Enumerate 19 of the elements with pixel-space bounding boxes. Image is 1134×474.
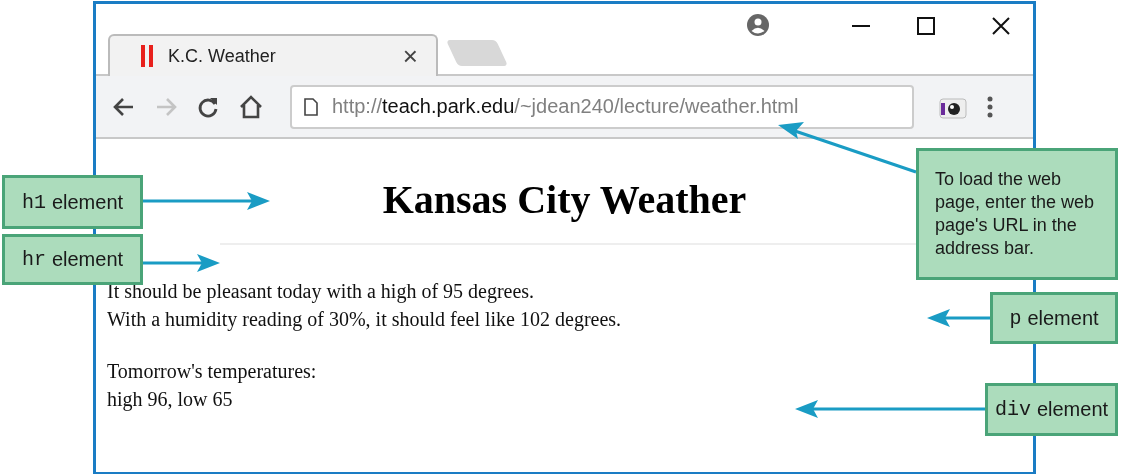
callout-note: To load the web page, enter the web page's URL in the address bar.: [916, 148, 1118, 280]
page-icon: [304, 97, 318, 116]
callout-label: div element: [985, 383, 1118, 436]
pause-icon: [140, 45, 154, 67]
page-heading: Kansas City Weather: [382, 176, 747, 224]
menu-icon[interactable]: [986, 94, 994, 119]
close-icon[interactable]: [991, 16, 1011, 36]
maximize-icon[interactable]: [916, 16, 936, 36]
callout-label: hr element: [2, 234, 143, 285]
tab-title: K.C. Weather: [168, 45, 277, 67]
callout-arrow: [927, 309, 990, 327]
address-field[interactable]: http://teach.park.edu/~jdean240/lecture/weather.html: [290, 84, 914, 129]
account-icon[interactable]: [747, 14, 769, 36]
home-icon[interactable]: [238, 93, 264, 120]
callout-label: p element: [990, 292, 1118, 344]
close-tab-button[interactable]: ×: [402, 43, 418, 69]
page-div-text: Tomorrow's temperatures: high 96, low 65: [107, 359, 317, 413]
callout-label: h1 element: [2, 175, 143, 229]
browser-tab[interactable]: K.C. Weather ×: [108, 34, 438, 76]
